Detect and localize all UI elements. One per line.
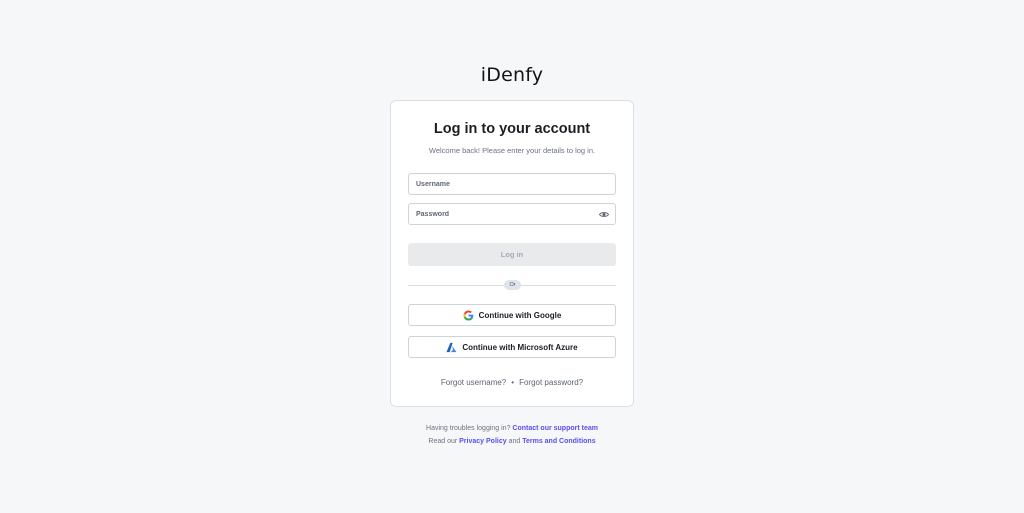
- forgot-password-link[interactable]: Forgot password?: [519, 378, 583, 387]
- login-button[interactable]: Log in: [408, 243, 616, 266]
- trouble-text: Having troubles logging in?: [426, 425, 511, 432]
- continue-with-azure-button[interactable]: Continue with Microsoft Azure: [408, 336, 616, 358]
- or-divider-label: Or: [504, 280, 521, 290]
- google-button-label: Continue with Google: [478, 310, 562, 320]
- username-input[interactable]: [409, 174, 615, 194]
- separator-dot: •: [511, 378, 515, 387]
- idenfy-logo: iDenfy: [480, 64, 544, 86]
- eye-icon[interactable]: [599, 210, 609, 219]
- continue-with-google-button[interactable]: Continue with Google: [408, 304, 616, 326]
- password-field: [408, 203, 616, 225]
- azure-logo-icon: [446, 342, 457, 352]
- contact-support-link[interactable]: Contact our support team: [512, 425, 598, 432]
- and-text: and: [508, 438, 521, 445]
- google-logo-icon: [463, 309, 473, 321]
- support-footer-line: Having troubles logging in? Contact our …: [0, 425, 1024, 432]
- azure-button-label: Continue with Microsoft Azure: [462, 342, 578, 352]
- legal-footer-line: Read our Privacy Policy and Terms and Co…: [0, 438, 1024, 445]
- login-card: Log in to your account Welcome back! Ple…: [390, 100, 634, 407]
- read-our-text: Read our: [428, 438, 458, 445]
- page-title: Log in to your account: [433, 121, 591, 137]
- terms-and-conditions-link[interactable]: Terms and Conditions: [522, 438, 595, 445]
- forgot-links-row: Forgot username? • Forgot password?: [391, 378, 633, 387]
- username-field: [408, 173, 616, 195]
- privacy-policy-link[interactable]: Privacy Policy: [459, 438, 506, 445]
- page-subtitle: Welcome back! Please enter your details …: [428, 146, 596, 155]
- forgot-username-link[interactable]: Forgot username?: [441, 378, 506, 387]
- password-input[interactable]: [409, 204, 615, 224]
